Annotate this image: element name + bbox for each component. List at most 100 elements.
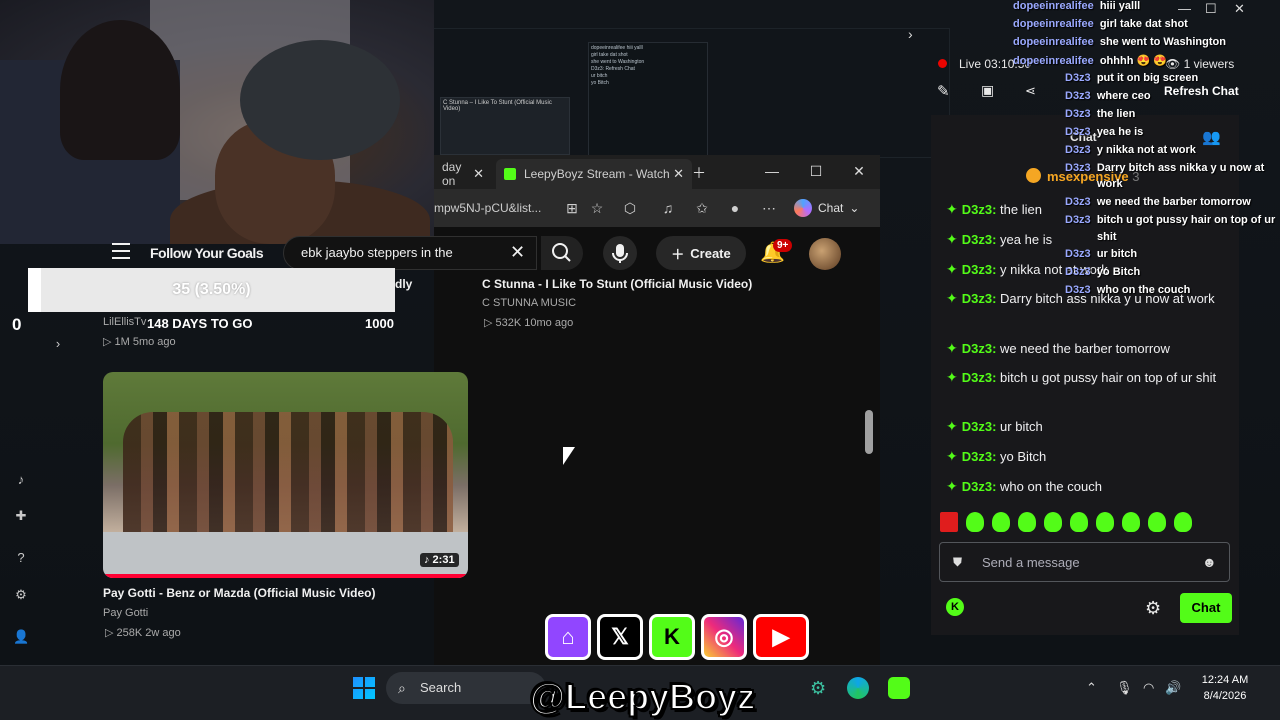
create-label: Create — [690, 245, 731, 261]
favorites-icon[interactable]: ✩ — [694, 200, 710, 216]
overlay-chat-user: dopeeinrealifee — [1013, 36, 1094, 48]
new-tab-icon[interactable]: ＋ — [689, 163, 709, 183]
chat-username[interactable]: D3z3: — [962, 341, 997, 356]
overlay-chat-text: where ceo — [1096, 90, 1151, 102]
chat-text: bitch u got pussy hair on top of ur shit — [1000, 370, 1217, 385]
video-thumbnail[interactable] — [103, 372, 468, 578]
clock-date[interactable]: 8/4/2026 — [1195, 690, 1255, 702]
minimize-icon[interactable]: — — [762, 163, 782, 179]
apps-icon[interactable]: ⊞ — [564, 200, 580, 216]
chat-username[interactable]: D3z3: — [962, 449, 997, 464]
chat-username[interactable]: D3z3: — [962, 262, 997, 277]
emote-icon[interactable] — [1096, 512, 1114, 532]
kick-logo-icon[interactable]: K — [946, 598, 964, 616]
maximize-icon[interactable]: ☐ — [806, 163, 826, 180]
close-tab-icon[interactable]: ✕ — [673, 166, 684, 182]
emote-icon[interactable] — [992, 512, 1010, 532]
create-button[interactable]: ＋ Create — [656, 236, 746, 270]
volume-icon[interactable]: 🔊 — [1165, 680, 1181, 696]
overlay-chat-user: D3z3 — [1065, 90, 1091, 102]
users-icon[interactable]: 👥 — [1202, 128, 1221, 146]
video-title[interactable]: C Stunna - I Like To Stunt (Official Mus… — [482, 277, 752, 291]
tab-strip: day on ✕ LeepyBoyz Stream - Watch ✕ ＋ — … — [434, 155, 880, 189]
overlay-chat-line: D3z3 Darry bitch ass nikka y u now at — [1065, 162, 1264, 174]
browser-tab[interactable]: day on ✕ — [434, 159, 492, 189]
close-window-icon[interactable]: ✕ — [1234, 1, 1245, 17]
favorite-star-icon[interactable]: ☆ — [589, 200, 605, 216]
scrollbar[interactable] — [865, 410, 873, 454]
chat-username[interactable]: D3z3: — [962, 370, 997, 385]
emote-icon[interactable] — [1070, 512, 1088, 532]
chat-username[interactable]: D3z3: — [962, 232, 997, 247]
minimize-icon[interactable]: — — [1178, 1, 1191, 16]
chevron-up-icon[interactable]: ⌃ — [1086, 680, 1097, 696]
edit-icon[interactable]: ✎ — [937, 82, 950, 100]
tab-label: day on — [442, 160, 462, 188]
background-thumbnail-text: C Stunna – I Like To Stunt (Official Mus… — [443, 100, 552, 112]
gear-icon[interactable]: ⚙ — [13, 587, 29, 603]
windows-start-icon[interactable] — [353, 677, 375, 699]
browser-tab-active[interactable]: LeepyBoyz Stream - Watch ✕ — [496, 159, 692, 189]
overlay-chat-line: D3z3 ur bitch — [1065, 248, 1137, 260]
chat-username[interactable]: D3z3: — [962, 202, 997, 217]
emote-icon[interactable] — [1018, 512, 1036, 532]
background-chat-thumbnail: dopeeinrealifee hiii yalll girl take dat… — [588, 42, 708, 157]
microphone-icon[interactable]: 🎙 — [1116, 680, 1133, 696]
search-value[interactable]: ebk jaaybo steppers in the — [301, 245, 453, 260]
close-window-icon[interactable]: ✕ — [849, 163, 869, 180]
kick-app-icon[interactable] — [888, 677, 910, 699]
overlay-chat-line: D3z3 we need the barber tomorrow — [1065, 196, 1251, 208]
tools-icon[interactable]: ✚ — [13, 508, 29, 524]
overlay-chat-text: work — [1097, 178, 1123, 190]
more-icon[interactable]: ⋯ — [761, 200, 777, 216]
video-channel[interactable]: LilEllisTv — [103, 316, 146, 328]
chat-username[interactable]: D3z3: — [962, 291, 997, 306]
chat-username[interactable]: D3z3: — [962, 479, 997, 494]
wifi-icon[interactable]: ◠ — [1143, 680, 1154, 696]
chevron-right-icon[interactable]: › — [50, 336, 66, 352]
clear-search-icon[interactable]: ✕ — [510, 242, 525, 263]
video-title[interactable]: Pay Gotti - Benz or Mazda (Official Musi… — [103, 586, 375, 600]
edge-browser-icon[interactable] — [847, 677, 869, 699]
search-button[interactable] — [541, 236, 583, 270]
copilot-chat-button[interactable]: Chat ⌄ — [794, 196, 859, 220]
emote-icon[interactable] — [1044, 512, 1062, 532]
emote-icon[interactable] — [966, 512, 984, 532]
close-tab-icon[interactable]: ✕ — [473, 166, 484, 182]
emote-icon[interactable] — [940, 512, 958, 532]
video-channel[interactable]: C STUNNA MUSIC — [482, 297, 576, 309]
chevron-right-icon[interactable]: › — [908, 26, 913, 42]
chat-text: ur bitch — [1000, 419, 1043, 434]
mouse-cursor-icon — [563, 447, 575, 465]
emote-icon[interactable] — [1148, 512, 1166, 532]
chat-send-button[interactable]: Chat — [1180, 593, 1232, 623]
share-icon[interactable]: ⋖ — [1025, 83, 1036, 99]
user-icon[interactable]: 👤 — [13, 629, 29, 645]
goal-overlay-label: Follow Your Goals — [150, 245, 264, 261]
overlay-chat-user: D3z3 — [1065, 284, 1091, 296]
twitch-logo-icon: ⌂ — [545, 614, 591, 660]
tiktok-icon[interactable]: ♪ — [13, 472, 29, 488]
emote-icon[interactable] — [1122, 512, 1140, 532]
chat-message: ✦ D3z3: ur bitch — [946, 416, 1226, 437]
avatar[interactable] — [809, 238, 841, 270]
extensions-icon[interactable]: ⬡ — [622, 200, 638, 216]
clip-icon[interactable]: ▣ — [981, 82, 994, 99]
profile-icon[interactable]: ● — [727, 200, 743, 216]
refresh-chat-button[interactable]: Refresh Chat — [1164, 84, 1239, 98]
help-icon[interactable]: ? — [13, 550, 29, 566]
menu-icon[interactable] — [112, 243, 130, 259]
emote-icon[interactable] — [1174, 512, 1192, 532]
emoji-icon[interactable]: ☻ — [1202, 554, 1217, 570]
overlay-chat-text: ur bitch — [1096, 248, 1138, 260]
video-channel[interactable]: Pay Gotti — [103, 607, 148, 619]
chat-username[interactable]: D3z3: — [962, 419, 997, 434]
clock-time[interactable]: 12:24 AM — [1195, 674, 1255, 686]
address-url[interactable]: mpw5NJ-pCU&list... — [434, 201, 541, 215]
taskbar-search[interactable]: Search — [386, 672, 546, 704]
maximize-icon[interactable]: ☐ — [1205, 1, 1217, 17]
gear-icon[interactable]: ⚙ — [1145, 598, 1161, 619]
voice-search-button[interactable] — [603, 236, 637, 270]
settings-app-icon[interactable]: ⚙ — [810, 678, 826, 699]
split-screen-icon[interactable]: ♫ — [660, 200, 676, 216]
